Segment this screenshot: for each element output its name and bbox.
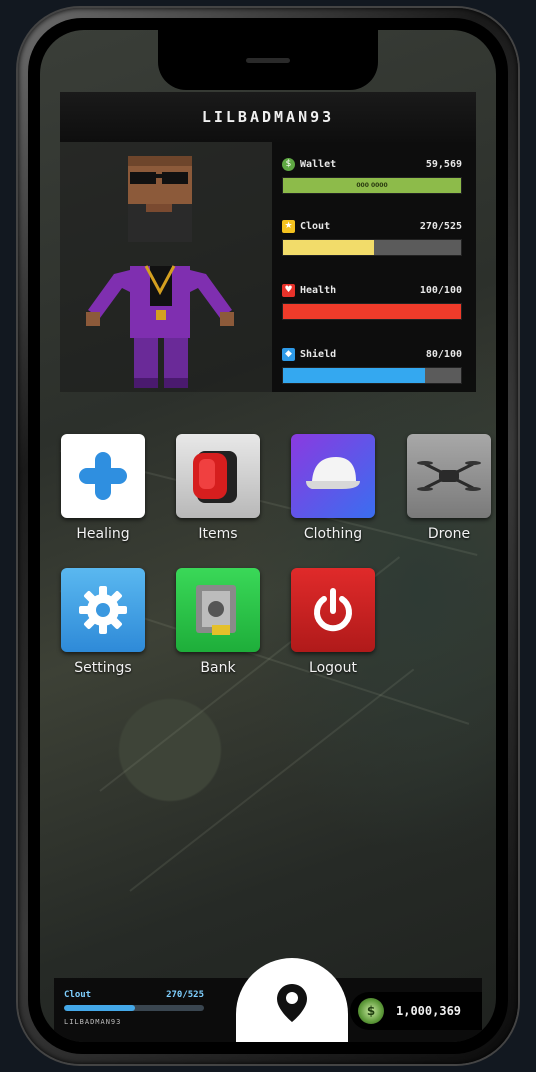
app-items[interactable]: Items (173, 434, 263, 542)
app-items-label: Items (198, 526, 238, 542)
footer-clout-bar-fill (64, 1005, 136, 1011)
star-icon: ★ (282, 219, 295, 233)
footer-clout-value: 270/525 (166, 990, 204, 1000)
clout-bar-fill (283, 240, 374, 255)
phone-frame: LILBADMAN93 $ Wallet 59,569 000 0000 ★ C… (18, 8, 518, 1064)
app-healing-label: Healing (76, 526, 130, 542)
footer-clout-label: Clout (64, 990, 92, 1000)
clout-stat: ★ Clout 270/525 (282, 218, 462, 256)
player-username: LILBADMAN93 (201, 108, 335, 126)
wallet-label: Wallet (300, 158, 337, 170)
speaker-grille (246, 58, 290, 63)
clout-label: Clout (300, 220, 331, 232)
wallet-bar: 000 0000 (282, 177, 462, 194)
footer-username: LILBADMAN93 (64, 1018, 122, 1026)
cash-balance: $ 1,000,369 (350, 992, 482, 1030)
medical-cross-icon (61, 434, 145, 518)
money-bag-icon: $ (358, 998, 384, 1024)
shield-bar-fill (283, 368, 426, 383)
backpack-icon (176, 434, 260, 518)
player-avatar (86, 156, 234, 388)
cap-icon (291, 434, 375, 518)
game-screen: LILBADMAN93 $ Wallet 59,569 000 0000 ★ C… (40, 30, 496, 1042)
heart-icon: ♥ (282, 283, 295, 297)
app-logout-label: Logout (309, 660, 357, 676)
cash-icon: $ (282, 157, 295, 171)
drone-icon (407, 434, 491, 518)
map-pin-icon (277, 984, 307, 1022)
app-settings-label: Settings (74, 660, 132, 676)
app-bank-label: Bank (200, 660, 236, 676)
gear-icon (61, 568, 145, 652)
clout-value: 270/525 (419, 220, 462, 232)
app-clothing-label: Clothing (303, 526, 363, 542)
shield-stat: ◆ Shield 80/100 (282, 346, 462, 384)
phone-bezel: LILBADMAN93 $ Wallet 59,569 000 0000 ★ C… (28, 18, 508, 1054)
health-value: 100/100 (419, 284, 462, 296)
phone-notch (158, 30, 378, 90)
map-button[interactable] (236, 958, 348, 1042)
power-icon (291, 568, 375, 652)
health-bar (282, 303, 462, 320)
app-bank[interactable]: Bank (173, 568, 263, 676)
footer-clout: Clout 270/525 LILBADMAN93 (64, 990, 204, 1026)
clout-bar (282, 239, 462, 256)
health-label: Health (300, 284, 337, 296)
shield-label: Shield (300, 348, 337, 360)
app-healing[interactable]: Healing (58, 434, 148, 542)
app-drone-label: Drone (427, 526, 471, 542)
app-logout[interactable]: Logout (288, 568, 378, 676)
player-header: LILBADMAN93 (60, 92, 476, 142)
player-stats-panel: $ Wallet 59,569 000 0000 ★ Clout 270/525… (272, 142, 476, 392)
health-bar-fill (283, 304, 461, 319)
health-stat: ♥ Health 100/100 (282, 282, 462, 320)
wallet-bar-text: 000 0000 (356, 182, 388, 189)
app-drone[interactable]: Drone (404, 434, 494, 542)
app-clothing[interactable]: Clothing (288, 434, 378, 542)
footer-clout-bar (64, 1005, 204, 1011)
shield-value: 80/100 (425, 348, 462, 360)
wallet-value: 59,569 (425, 158, 462, 170)
shield-bar (282, 367, 462, 384)
shield-icon: ◆ (282, 347, 295, 361)
safe-icon (176, 568, 260, 652)
wallet-stat: $ Wallet 59,569 000 0000 (282, 156, 462, 194)
background-line (129, 668, 415, 892)
app-settings[interactable]: Settings (58, 568, 148, 676)
cash-value: 1,000,369 (396, 1004, 462, 1018)
